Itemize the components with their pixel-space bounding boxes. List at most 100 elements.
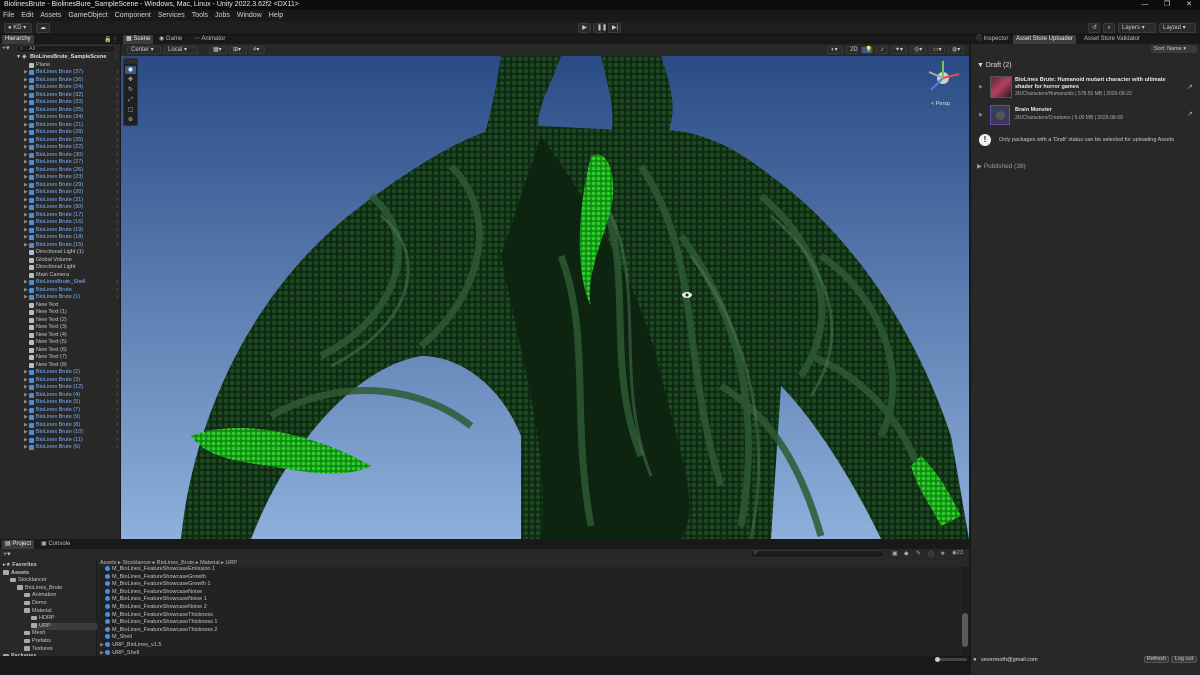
asset-list-item[interactable]: M_BioLines_FeatureShowcaseNoise — [105, 588, 202, 597]
open-prefab-icon[interactable]: › — [116, 107, 118, 115]
open-prefab-icon[interactable]: › — [116, 69, 118, 77]
transform-tool-button[interactable]: ⊕ — [125, 116, 136, 124]
lock-icon[interactable]: 🔒 — [104, 36, 111, 43]
hierarchy-item[interactable]: ▶ BioLines Brute (29) › — [0, 182, 120, 190]
open-prefab-icon[interactable]: › — [116, 129, 118, 137]
project-tree-item[interactable]: Material — [24, 608, 52, 616]
expand-arrow-icon[interactable]: ▶ — [24, 444, 28, 452]
external-link-icon[interactable]: ↗ — [1187, 110, 1193, 118]
hierarchy-item[interactable]: ▶ BioLines Brute (4) › — [0, 392, 120, 400]
hierarchy-item[interactable]: ▶ BioLines Brute (16) › — [0, 219, 120, 227]
pivot-dropdown[interactable]: Center ▾ — [127, 46, 161, 54]
open-prefab-icon[interactable]: › — [116, 152, 118, 160]
hierarchy-item[interactable]: ▶ BioLines Brute (20) › — [0, 189, 120, 197]
project-tree-item[interactable]: ▸★ Favorites — [3, 562, 37, 570]
project-tree-item[interactable]: Stocklancer — [10, 577, 47, 585]
hierarchy-item[interactable]: Main Camera — [0, 272, 120, 280]
hierarchy-item[interactable]: New Text (6) — [0, 347, 120, 355]
open-prefab-icon[interactable]: › — [116, 219, 118, 227]
hierarchy-item[interactable]: ▶ BioLinesBrute_Shell › — [0, 279, 120, 287]
tab-hierarchy[interactable]: Hierarchy — [2, 35, 34, 44]
open-prefab-icon[interactable]: › — [116, 137, 118, 145]
pause-button[interactable]: ❚❚ — [593, 23, 607, 33]
filter-type-icon[interactable]: ▣ — [892, 550, 898, 557]
tab-inspector[interactable]: ⓘ Inspector — [973, 35, 1011, 44]
expand-arrow-icon[interactable]: ▶ — [24, 114, 28, 122]
audio-toggle[interactable]: ♪ — [876, 46, 888, 54]
project-tree-item[interactable]: Textures — [24, 646, 53, 654]
add-object-button[interactable]: +▾ — [2, 45, 12, 53]
hierarchy-item[interactable]: Plane — [0, 62, 120, 70]
view-tool-button[interactable]: ◉ — [125, 66, 136, 74]
snap-increment-button[interactable]: ⊞▾ — [229, 46, 247, 54]
hierarchy-item[interactable]: New Text (1) — [0, 309, 120, 317]
asset-list-item[interactable]: M_BioLines_FeatureShowcaseNoise 2 — [105, 604, 207, 612]
hierarchy-item[interactable]: ▶ BioLines Brute (11) › — [0, 437, 120, 445]
hierarchy-item[interactable]: ▶ BioLines Brute (24) › — [0, 84, 120, 92]
open-prefab-icon[interactable]: › — [116, 437, 118, 445]
hierarchy-item[interactable]: ▶ BioLines Brute (6) › — [0, 444, 120, 452]
visibility-icon[interactable]: ⓘ — [928, 550, 934, 559]
menu-jobs[interactable]: Jobs — [215, 10, 230, 21]
open-prefab-icon[interactable]: › — [116, 114, 118, 122]
tab-scene[interactable]: ▦ Scene — [123, 35, 154, 44]
scale-tool-button[interactable]: ⤢ — [125, 96, 136, 104]
expand-arrow-icon[interactable]: ▶ — [24, 242, 28, 250]
hierarchy-item[interactable]: ▶ BioLines Brute (9) › — [0, 414, 120, 422]
hierarchy-item[interactable]: ▶ BioLines Brute (27) › — [0, 159, 120, 167]
menu-component[interactable]: Component — [115, 10, 151, 21]
scrollbar-thumb[interactable] — [962, 613, 968, 647]
project-tree-item[interactable]: Mesh — [24, 630, 45, 638]
project-tree-item[interactable]: BioLines_Brute — [17, 585, 62, 593]
expand-arrow-icon[interactable]: ▶ — [24, 69, 28, 77]
move-tool-button[interactable]: ✥ — [125, 76, 136, 84]
expand-arrow-icon[interactable]: ▶ — [24, 137, 28, 145]
create-asset-button[interactable]: +▾ — [3, 550, 11, 558]
hierarchy-item[interactable]: New Text (5) — [0, 339, 120, 347]
project-tree-item[interactable]: Demo — [24, 600, 47, 608]
hierarchy-item[interactable]: ▶ BioLines Brute (18) › — [0, 234, 120, 242]
external-link-icon[interactable]: ↗ — [1187, 83, 1193, 91]
open-prefab-icon[interactable]: › — [116, 369, 118, 377]
tab-asset-store-validator[interactable]: Asset Store Validator — [1081, 35, 1143, 44]
minimize-icon[interactable]: — — [1134, 0, 1156, 10]
hierarchy-item[interactable]: New Text (2) — [0, 317, 120, 325]
hierarchy-item[interactable]: ▶ BioLines Brute (17) › — [0, 212, 120, 220]
hierarchy-item[interactable]: ▶ BioLines Brute (25) › — [0, 107, 120, 115]
cloud-button[interactable]: ☁ — [36, 23, 50, 33]
project-search-input[interactable]: ⌕ — [750, 550, 885, 558]
scrollbar[interactable] — [962, 567, 968, 656]
sort-dropdown[interactable]: Sort: Name ▾ — [1151, 45, 1197, 53]
expand-arrow-icon[interactable]: ▶ — [24, 287, 28, 295]
open-prefab-icon[interactable]: › — [116, 159, 118, 167]
open-prefab-icon[interactable]: › — [116, 242, 118, 250]
open-prefab-icon[interactable]: › — [116, 279, 118, 287]
draw-mode-button[interactable]: ◐▾ — [827, 46, 843, 54]
gizmos-dropdown[interactable]: ◍▾ — [948, 46, 964, 54]
open-prefab-icon[interactable]: › — [116, 444, 118, 452]
asset-list-item[interactable]: M_BioLines_FeatureShowcaseEmission 1 — [105, 566, 215, 574]
lighting-toggle[interactable]: 💡 — [861, 46, 873, 54]
hidden-objects-button[interactable]: ◎▾ — [910, 46, 926, 54]
menu-tools[interactable]: Tools — [192, 10, 208, 21]
expand-arrow-icon[interactable]: ▶ — [24, 377, 28, 385]
overlay-handle[interactable]: ···· — [124, 59, 137, 64]
expand-arrow-icon[interactable]: ▶ — [24, 219, 28, 227]
effects-dropdown[interactable]: ✦▾ — [891, 46, 907, 54]
expand-arrow-icon[interactable]: ▶ — [24, 212, 28, 220]
tab-animator[interactable]: ⋯ Animator — [191, 35, 228, 44]
scene-root[interactable]: ▼ ◈ BioLinesBrute_SampleScene ⋮ — [0, 54, 120, 62]
hierarchy-item[interactable]: ▶ BioLines Brute › — [0, 287, 120, 295]
hierarchy-item[interactable]: ▶ BioLines Brute (12) › — [0, 384, 120, 392]
hierarchy-item[interactable]: Directional Light — [0, 264, 120, 272]
package-row[interactable]: ▶ BioLines Brute: Humanoid mutant charac… — [975, 75, 1197, 101]
open-prefab-icon[interactable]: › — [116, 227, 118, 235]
expand-arrow-icon[interactable]: ▶ — [24, 84, 28, 92]
layers-dropdown[interactable]: Layers ▾ — [1118, 23, 1156, 33]
hierarchy-item[interactable]: ▶ BioLines Brute (15) › — [0, 242, 120, 250]
package-row[interactable]: ▶ Brain Monster 3D/Characters/Creatures … — [975, 104, 1197, 126]
open-prefab-icon[interactable]: › — [116, 189, 118, 197]
asset-list-item[interactable]: M_BioLines_FeatureShowcaseThickness 2 — [105, 626, 217, 635]
refresh-button[interactable]: Refresh — [1144, 656, 1169, 663]
open-prefab-icon[interactable]: › — [116, 77, 118, 85]
